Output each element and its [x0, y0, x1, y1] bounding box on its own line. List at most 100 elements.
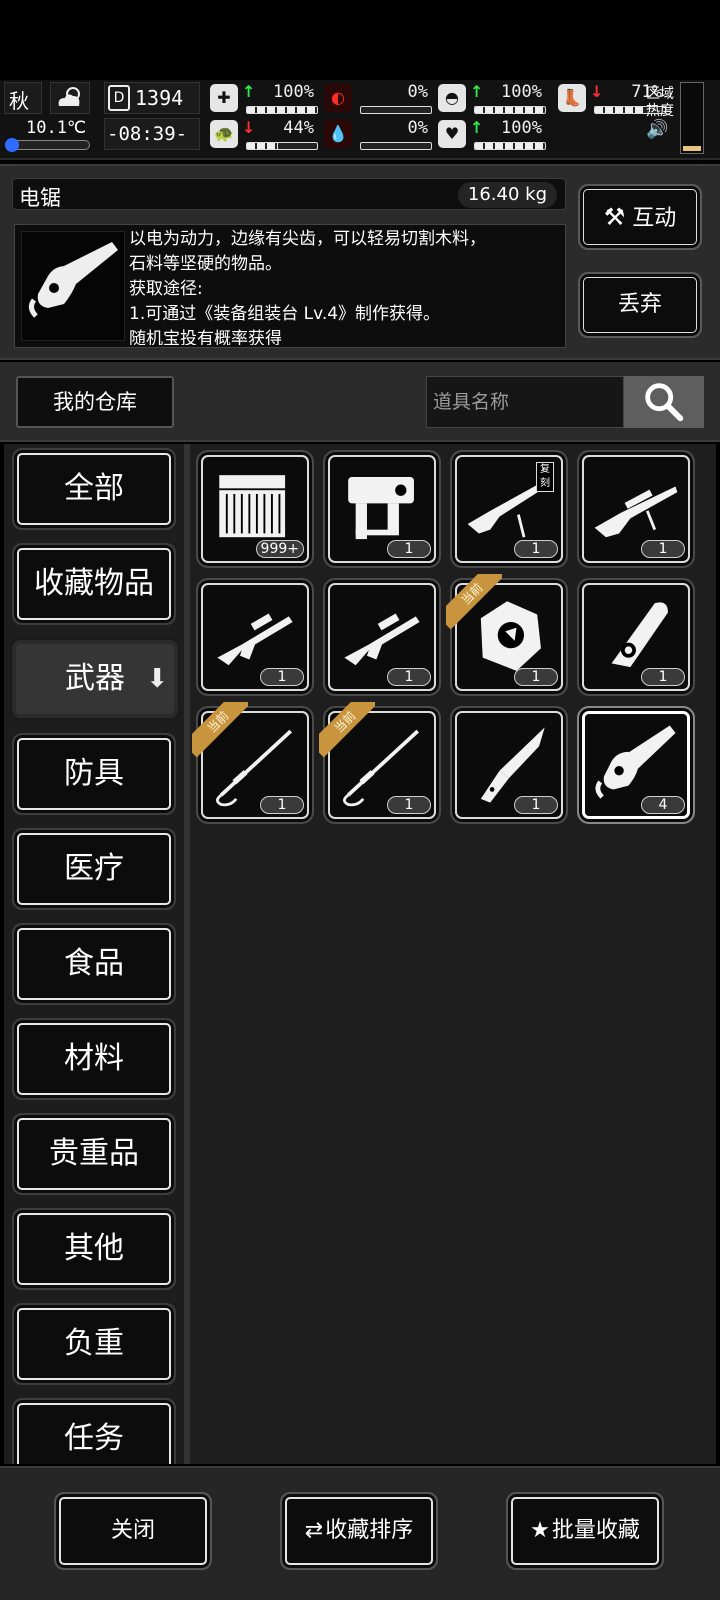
category-label: 任务: [64, 1421, 124, 1456]
discard-button[interactable]: 丢弃: [578, 272, 702, 338]
search-button[interactable]: [624, 376, 704, 428]
hud-stat-stamina: 🐢 ↓ 44%: [210, 118, 320, 152]
interact-button[interactable]: ⚒ 互动: [578, 184, 702, 250]
day-value: 1394: [135, 86, 184, 110]
weather-cloudy-sun-icon: [58, 87, 80, 106]
category-tab-1[interactable]: 收藏物品: [12, 543, 176, 625]
category-tab-5[interactable]: 食品: [12, 923, 176, 1005]
category-tab-0[interactable]: 全部: [12, 448, 176, 530]
item-slot-katana-a[interactable]: 当前 1: [192, 702, 314, 824]
status-hud: 秋 10.1℃ D 1394 -08:39- ✚ ↑ 100% 🐢 ↓ 44% ◐ 0% 💧 0%…: [0, 80, 720, 160]
zone-heat-meter: [680, 82, 704, 154]
item-slot-shield[interactable]: 当前 1: [446, 574, 568, 696]
item-description-box[interactable]: 以电为动力，边缘有尖齿，可以轻易切割木料， 石料等坚硬的物品。 获取途径: 1.…: [14, 224, 566, 348]
item-slot-ammo-crate[interactable]: 999+: [196, 450, 314, 568]
zone-heat-label: 区域 热度: [646, 86, 674, 119]
helmet-icon: ◓: [438, 84, 466, 112]
item-count-badge: 1: [641, 668, 685, 686]
category-label: 其他: [64, 1231, 124, 1266]
description-line: 以电为动力，边缘有尖齿，可以轻易切割木料，: [129, 229, 486, 249]
hud-stat-thirst: 💧 0%: [324, 118, 434, 152]
item-slot-sniper-rifle[interactable]: 1: [577, 450, 695, 568]
hud-stat-bar: [474, 106, 546, 114]
hud-stat-mood: ♥ ↑ 100%: [438, 118, 548, 152]
category-label: 武器: [65, 661, 125, 696]
item-name: 电锯: [19, 186, 61, 210]
temperature-gauge: [5, 138, 90, 152]
clock: -08:39-: [104, 118, 200, 150]
item-slot-katana-b[interactable]: 当前 1: [319, 702, 441, 824]
category-label: 食品: [64, 946, 124, 981]
medkit-icon: ✚: [210, 84, 238, 112]
category-tab-10[interactable]: 任务: [12, 1398, 176, 1464]
item-count-badge: 1: [514, 668, 558, 686]
arrow-down-icon: ⬇: [146, 664, 168, 694]
hud-stat-health: ✚ ↑ 100%: [210, 82, 320, 116]
hud-stat-bar: [246, 106, 318, 114]
description-line: 石料等坚硬的物品。: [129, 254, 282, 274]
item-count-badge: 1: [387, 540, 431, 558]
storage-toolbar: 我的仓库: [0, 362, 720, 442]
hud-stat-bar: [360, 106, 432, 114]
item-slot-assault-rifle-b[interactable]: 1: [323, 578, 441, 696]
category-tab-2[interactable]: 武器 ⬇: [10, 638, 180, 720]
item-slot-sniper-rifle-replica[interactable]: 复刻 1: [450, 450, 568, 568]
item-slot-nail-gun[interactable]: 1: [323, 450, 441, 568]
hud-stat-value: 0%: [407, 82, 428, 102]
hud-stat-value: 100%: [501, 118, 542, 138]
category-tab-8[interactable]: 其他: [12, 1208, 176, 1290]
item-slot-assault-rifle-a[interactable]: 1: [196, 578, 314, 696]
category-label: 全部: [64, 471, 124, 506]
temperature-readout: 10.1℃: [26, 118, 87, 138]
favorite-sort-button[interactable]: ⇄收藏排序: [280, 1492, 438, 1570]
calendar-icon: D: [108, 85, 130, 111]
boot-icon: 👢: [558, 84, 586, 112]
item-slot-chainsaw[interactable]: 4: [577, 706, 695, 824]
item-count-badge: 1: [387, 796, 431, 814]
bottom-action-bar: 关闭 ⇄收藏排序 ★批量收藏: [0, 1466, 720, 1600]
item-grid[interactable]: 999+ 1 复刻 1 1 1 1 当前 1 1 当前 1 当前 1 1 4: [190, 444, 716, 1464]
category-tab-9[interactable]: 负重: [12, 1303, 176, 1385]
heart-icon: ♥: [438, 120, 466, 148]
hud-stat-value: 100%: [501, 82, 542, 102]
hud-stat-armor: ◓ ↑ 100%: [438, 82, 548, 116]
my-storage-label: 我的仓库: [53, 390, 137, 414]
item-description: 以电为动力，边缘有尖齿，可以轻易切割木料， 石料等坚硬的物品。 获取途径: 1.…: [129, 227, 559, 345]
item-count-badge: 4: [641, 796, 685, 814]
item-count-badge: 999+: [255, 540, 304, 558]
hud-stat-bar: [360, 142, 432, 150]
hud-stat-bar: [474, 142, 546, 150]
category-label: 收藏物品: [34, 566, 154, 601]
category-tab-7[interactable]: 贵重品: [12, 1113, 176, 1195]
category-sidebar[interactable]: 全部收藏物品武器 ⬇ 防具医疗食品材料贵重品其他负重任务: [4, 444, 184, 1464]
speaker-icon: 🔊: [646, 119, 669, 140]
item-slot-knife[interactable]: 1: [450, 706, 568, 824]
category-label: 负重: [64, 1326, 124, 1361]
discard-label: 丢弃: [617, 292, 662, 317]
hud-stat-bar: [246, 142, 318, 150]
my-storage-button[interactable]: 我的仓库: [16, 376, 174, 428]
batch-favorite-button[interactable]: ★批量收藏: [506, 1492, 664, 1570]
item-count-badge: 1: [260, 796, 304, 814]
hud-stat-value: 44%: [283, 118, 314, 138]
item-detail-panel: 电锯 16.40 kg 以电为动力，边缘有尖齿，可以轻易切割木料， 石料等坚硬的…: [0, 164, 720, 360]
day-counter: D 1394: [104, 82, 200, 114]
category-tab-3[interactable]: 防具: [12, 733, 176, 815]
category-label: 材料: [64, 1041, 124, 1076]
item-count-badge: 1: [641, 540, 685, 558]
close-button[interactable]: 关闭: [54, 1492, 212, 1570]
category-label: 医疗: [64, 851, 124, 886]
description-line: 随机宝投有概率获得: [129, 329, 282, 345]
turtle-icon: 🐢: [210, 120, 238, 148]
item-search-input[interactable]: [426, 376, 624, 428]
category-tab-6[interactable]: 材料: [12, 1018, 176, 1100]
description-line: 1.可通过《装备组装台 Lv.4》制作获得。: [129, 304, 441, 324]
weather-badge: [50, 82, 90, 114]
season-label: 秋: [9, 89, 29, 113]
item-count-badge: 1: [514, 796, 558, 814]
season-badge: 秋: [4, 82, 42, 114]
category-tab-4[interactable]: 医疗: [12, 828, 176, 910]
hammer-hand-icon: ⚒: [603, 203, 626, 231]
item-slot-mechanical-blade[interactable]: 1: [577, 578, 695, 696]
item-count-badge: 1: [514, 540, 558, 558]
